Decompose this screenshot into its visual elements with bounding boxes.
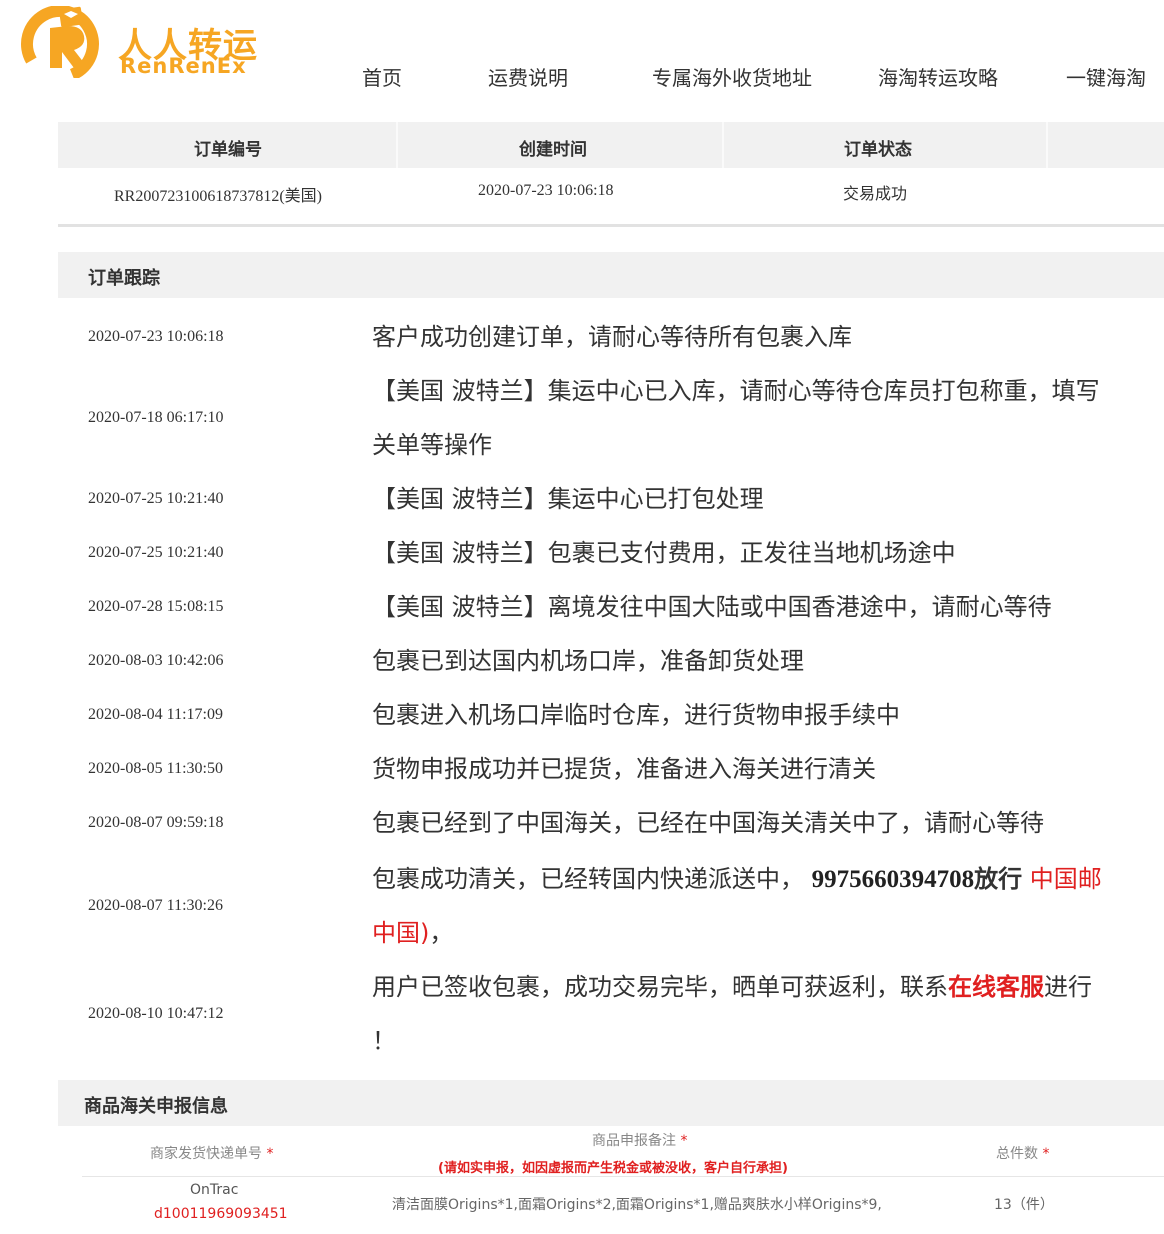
- event-message: 包裹进入机场口岸临时仓库，进行货物申报手续中: [372, 701, 900, 729]
- order-table-header: 订单编号 创建时间 订单状态: [58, 122, 1164, 168]
- tracking-event: 2020-07-23 10:06:18 客户成功创建订单，请耐心等待所有包裹入库: [58, 310, 1164, 364]
- event-message-suffix: 进行: [1044, 973, 1092, 1001]
- main-nav: 首页 运费说明 专属海外收货地址 海淘转运攻略 一键海淘: [0, 62, 1164, 92]
- order-number: RR200723100618737812: [114, 188, 280, 205]
- declaration-note: 清洁面膜Origins*1,面霜Origins*2,面霜Origins*1,赠品…: [392, 1197, 882, 1213]
- nav-shipping-fees[interactable]: 运费说明: [488, 62, 568, 91]
- event-message-line2: 关单等操作: [372, 431, 492, 459]
- tracking-event: 2020-07-28 15:08:15 【美国 波特兰】离境发往中国大陆或中国香…: [58, 580, 1164, 634]
- event-message: 包裹成功清关，已经转国内快递派送中， 9975660394708放行 中国邮: [372, 852, 1164, 907]
- merchant-tracking-number[interactable]: d10011969093451: [154, 1206, 288, 1222]
- event-message-text: 用户已签收包裹，成功交易完毕，晒单可获返利，联系: [372, 973, 948, 1001]
- header-declaration-note: 商品申报备注 *: [592, 1130, 687, 1150]
- column-divider: [722, 122, 724, 168]
- total-count: 13（件）: [994, 1197, 1054, 1213]
- customs-title: 商品海关申报信息: [84, 1096, 228, 1117]
- tracking-section-header: 订单跟踪: [58, 252, 1164, 298]
- event-message: 客户成功创建订单，请耐心等待所有包裹入库: [372, 323, 852, 351]
- event-message-line2: ！: [372, 1027, 396, 1055]
- event-message: 用户已签收包裹，成功交易完毕，晒单可获返利，联系在线客服进行: [372, 960, 1164, 1014]
- header-merchant-tracking-label: 商家发货快递单号: [150, 1146, 262, 1162]
- domestic-carrier-link-cont[interactable]: 中国): [372, 919, 429, 947]
- order-summary-table: 订单编号 创建时间 订单状态 RR200723100618737812(美国) …: [58, 122, 1164, 227]
- event-time: 2020-08-05 11:30:50: [88, 760, 223, 777]
- nav-forwarding-guide[interactable]: 海淘转运攻略: [878, 62, 998, 91]
- tracking-event: 2020-08-10 10:47:12 用户已签收包裹，成功交易完毕，晒单可获返…: [58, 960, 1164, 1068]
- customs-section-header: 商品海关申报信息: [58, 1080, 1164, 1126]
- order-row: RR200723100618737812(美国) 2020-07-23 10:0…: [58, 168, 1164, 227]
- header-created-time: 创建时间: [519, 140, 587, 160]
- column-divider: [396, 122, 398, 168]
- tracking-event: 2020-08-05 11:30:50 货物申报成功并已提货，准备进入海关进行清…: [58, 742, 1164, 796]
- event-message-text: 包裹成功清关，已经转国内快递派送中，: [372, 865, 804, 893]
- tracking-event: 2020-07-18 06:17:10 【美国 波特兰】集运中心已入库，请耐心等…: [58, 364, 1164, 472]
- event-message: 【美国 波特兰】离境发往中国大陆或中国香港途中，请耐心等待: [372, 593, 1052, 621]
- tracking-event: 2020-08-03 10:42:06 包裹已到达国内机场口岸，准备卸货处理: [58, 634, 1164, 688]
- event-message: 【美国 波特兰】集运中心已入库，请耐心等待仓库员打包称重，填写: [372, 377, 1100, 405]
- event-time: 2020-07-25 10:21:40: [88, 544, 224, 561]
- event-message: 货物申报成功并已提货，准备进入海关进行清关: [372, 755, 876, 783]
- nav-home[interactable]: 首页: [362, 62, 402, 91]
- event-time: 2020-07-18 06:17:10: [88, 409, 224, 426]
- required-mark: *: [680, 1133, 688, 1149]
- event-time: 2020-08-03 10:42:06: [88, 652, 224, 669]
- required-mark: *: [1042, 1146, 1050, 1162]
- tracking-event: 2020-08-07 09:59:18 包裹已经到了中国海关，已经在中国海关清关…: [58, 796, 1164, 850]
- event-message-suffix: ，: [429, 919, 454, 947]
- event-time: 2020-07-23 10:06:18: [88, 328, 224, 345]
- event-time: 2020-08-10 10:47:12: [88, 1005, 224, 1022]
- order-country: (美国): [279, 188, 323, 205]
- event-time: 2020-07-28 15:08:15: [88, 598, 224, 615]
- event-time: 2020-08-07 09:59:18: [88, 814, 224, 831]
- header-merchant-tracking: 商家发货快递单号 *: [150, 1143, 273, 1163]
- header-total-count: 总件数 *: [996, 1143, 1049, 1163]
- tracking-event: 2020-08-07 11:30:26 包裹成功清关，已经转国内快递派送中， 9…: [58, 852, 1164, 960]
- event-message: 【美国 波特兰】包裹已支付费用，正发往当地机场途中: [372, 539, 956, 567]
- domestic-carrier-link[interactable]: 中国邮: [1030, 865, 1102, 893]
- tracking-event: 2020-08-04 11:17:09 包裹进入机场口岸临时仓库，进行货物申报手…: [58, 688, 1164, 742]
- event-time: 2020-07-25 10:21:40: [88, 490, 224, 507]
- event-message: 【美国 波特兰】集运中心已打包处理: [372, 485, 764, 513]
- order-number-cell: RR200723100618737812(美国): [114, 182, 322, 206]
- tracking-title: 订单跟踪: [88, 268, 160, 289]
- header-order-number: 订单编号: [194, 140, 262, 160]
- column-divider: [1046, 122, 1048, 168]
- event-message: 包裹已经到了中国海关，已经在中国海关清关中了，请耐心等待: [372, 809, 1044, 837]
- nav-one-click-shop[interactable]: 一键海淘: [1066, 62, 1146, 91]
- tracking-event: 2020-07-25 10:21:40 【美国 波特兰】集运中心已打包处理: [58, 472, 1164, 526]
- header-declaration-note-label: 商品申报备注: [592, 1133, 676, 1149]
- online-support-link[interactable]: 在线客服: [948, 973, 1044, 1001]
- declaration-warning: (请如实申报，如因虚报而产生税金或被没收，客户自行承担): [438, 1161, 788, 1176]
- event-time: 2020-08-07 11:30:26: [88, 897, 223, 914]
- order-created-time: 2020-07-23 10:06:18: [478, 182, 614, 199]
- merchant-carrier: OnTrac: [190, 1182, 239, 1198]
- release-label: 放行: [974, 865, 1023, 893]
- order-status: 交易成功: [843, 184, 908, 203]
- header-order-status: 订单状态: [844, 140, 912, 160]
- domestic-tracking-number[interactable]: 9975660394708: [812, 866, 975, 893]
- required-mark: *: [266, 1146, 274, 1162]
- event-message: 包裹已到达国内机场口岸，准备卸货处理: [372, 647, 804, 675]
- tracking-event: 2020-07-25 10:21:40 【美国 波特兰】包裹已支付费用，正发往当…: [58, 526, 1164, 580]
- event-message-line2: 中国)，: [372, 906, 1164, 960]
- nav-overseas-address[interactable]: 专属海外收货地址: [652, 62, 812, 91]
- event-time: 2020-08-04 11:17:09: [88, 706, 223, 723]
- header-total-count-label: 总件数: [996, 1146, 1038, 1162]
